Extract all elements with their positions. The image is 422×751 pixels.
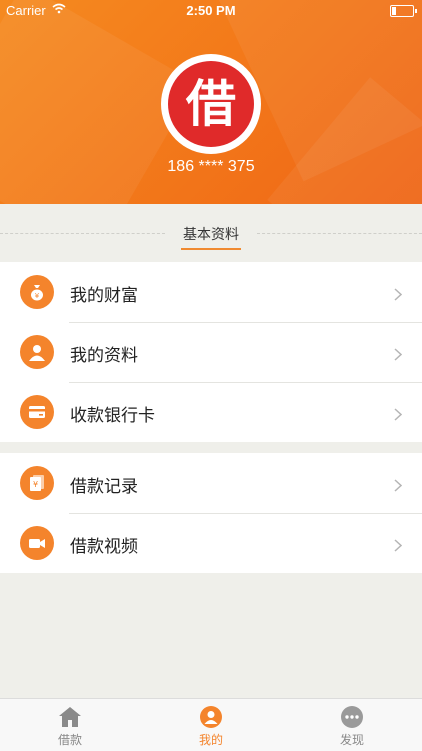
menu-item-wealth[interactable]: ¥ 我的财富: [0, 262, 422, 322]
menu-item-label: 借款记录: [70, 477, 138, 497]
profile-icon: [199, 705, 223, 729]
tab-discover[interactable]: 发现: [282, 699, 422, 751]
section-header: 基本资料: [0, 204, 422, 262]
chevron-right-icon: [394, 286, 403, 305]
avatar[interactable]: 借: [161, 54, 261, 154]
screen: Carrier 2:50 PM 借 186 **** 375 基本资料 ¥ 我的…: [0, 0, 422, 751]
chevron-right-icon: [394, 406, 403, 425]
svg-text:¥: ¥: [33, 480, 38, 489]
tab-label: 我的: [198, 733, 223, 747]
user-icon: [20, 335, 54, 369]
chevron-right-icon: [394, 346, 403, 365]
menu-item-label: 我的财富: [70, 286, 138, 306]
tab-loan[interactable]: 借款: [0, 699, 140, 751]
money-bag-icon: ¥: [20, 275, 54, 309]
app-logo: 借: [168, 61, 254, 147]
home-icon: [58, 705, 82, 729]
profile-header: Carrier 2:50 PM 借 186 **** 375: [0, 0, 422, 204]
battery-icon: [390, 5, 417, 17]
menu-item-bank-card[interactable]: 收款银行卡: [0, 382, 422, 442]
clock: 2:50 PM: [186, 3, 236, 18]
menu-item-label: 借款视频: [70, 537, 138, 557]
menu-group-profile: ¥ 我的财富 我的资料 收款银行卡: [0, 262, 422, 442]
menu-item-profile[interactable]: 我的资料: [0, 322, 422, 382]
video-icon: [20, 526, 54, 560]
menu-item-loan-video[interactable]: 借款视频: [0, 513, 422, 573]
tab-label: 发现: [339, 733, 364, 747]
chevron-right-icon: [394, 477, 403, 496]
svg-text:¥: ¥: [35, 292, 40, 300]
tab-label: 借款: [57, 733, 82, 747]
tab-mine[interactable]: 我的: [141, 699, 281, 751]
status-bar: Carrier 2:50 PM: [0, 0, 422, 22]
more-icon: [340, 705, 364, 729]
tab-bar: 借款 我的 发现: [0, 698, 422, 751]
records-icon: ¥: [20, 466, 54, 500]
menu-item-loan-records[interactable]: ¥ 借款记录: [0, 453, 422, 513]
bank-card-icon: [20, 395, 54, 429]
section-title: 基本资料: [181, 227, 241, 250]
menu-item-label: 收款银行卡: [70, 406, 155, 426]
menu-item-label: 我的资料: [70, 346, 138, 366]
menu-group-loans: ¥ 借款记录 借款视频: [0, 453, 422, 573]
chevron-right-icon: [394, 537, 403, 556]
phone-number: 186 **** 375: [167, 158, 255, 175]
